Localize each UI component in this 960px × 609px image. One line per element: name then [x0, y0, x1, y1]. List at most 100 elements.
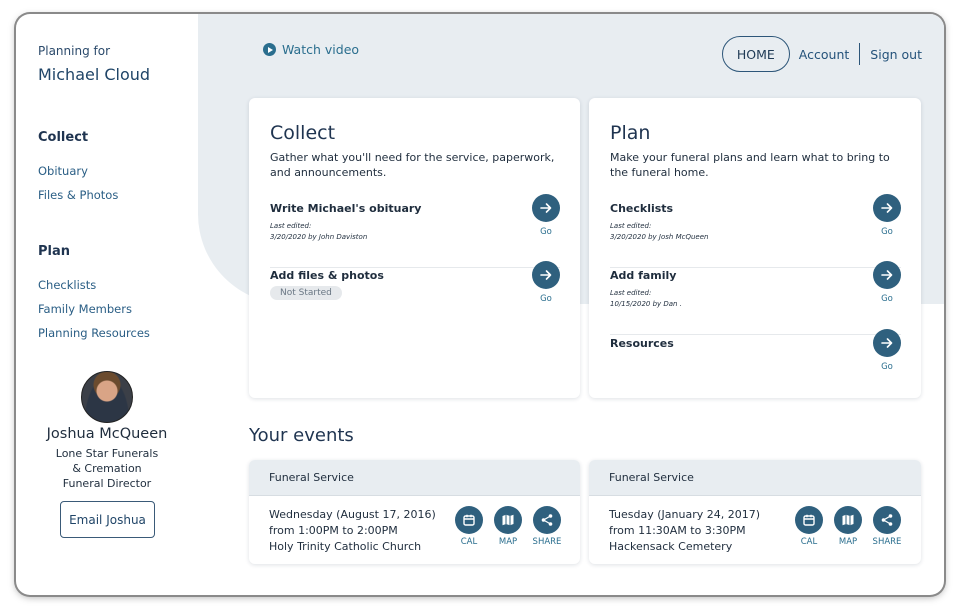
- calendar-icon: [463, 514, 475, 526]
- status-badge: Not Started: [270, 286, 342, 300]
- event-time: from 1:00PM to 2:00PM: [269, 524, 398, 537]
- event-details: Tuesday (January 24, 2017) from 11:30AM …: [609, 507, 760, 555]
- arrow-right-icon: [540, 270, 552, 280]
- nav-signout-link[interactable]: Sign out: [870, 47, 922, 62]
- event-type: Funeral Service: [589, 460, 921, 496]
- collect-row-files: Add files & photos Not Started Go: [270, 261, 560, 335]
- calendar-label: CAL: [800, 537, 818, 547]
- map-icon-circle: [494, 506, 522, 534]
- go-button[interactable]: [873, 261, 901, 289]
- collect-card-description: Gather what you'll need for the service,…: [270, 151, 555, 179]
- plan-row-checklists: Checklists Last edited: 3/20/2020 by Jos…: [610, 194, 901, 268]
- app-window: Planning for Michael Cloud Collect Obitu…: [16, 14, 944, 595]
- director-name: Joshua McQueen: [46, 426, 168, 442]
- last-edited-label: Last edited:: [610, 289, 652, 297]
- sidebar-item-family-members[interactable]: Family Members: [38, 302, 132, 316]
- row-title: Checklists: [610, 202, 674, 215]
- nav-divider: [859, 43, 861, 65]
- go-button[interactable]: [873, 194, 901, 222]
- event-body: Tuesday (January 24, 2017) from 11:30AM …: [589, 496, 921, 562]
- share-label: SHARE: [532, 537, 562, 547]
- last-edited-value: 10/15/2020 by Dan .: [610, 300, 682, 308]
- watch-video-link[interactable]: Watch video: [263, 42, 359, 57]
- planning-for-label: Planning for: [38, 44, 111, 58]
- map-icon-circle: [834, 506, 862, 534]
- collect-card-title: Collect: [270, 122, 336, 144]
- go-label: Go: [881, 227, 893, 237]
- last-edited-label: Last edited:: [610, 222, 652, 230]
- go-label: Go: [540, 294, 552, 304]
- arrow-right-icon: [881, 270, 893, 280]
- go-label: Go: [881, 294, 893, 304]
- collect-row-obituary: Write Michael's obituary Last edited: 3/…: [270, 194, 560, 268]
- arrow-right-icon: [881, 203, 893, 213]
- planner-name: Michael Cloud: [38, 65, 151, 84]
- event-date: Tuesday (January 24, 2017): [609, 508, 761, 521]
- row-title: Resources: [610, 337, 674, 350]
- sidebar-item-files-photos[interactable]: Files & Photos: [38, 188, 118, 202]
- event-card: Funeral Service Wednesday (August 17, 20…: [249, 460, 580, 564]
- watch-video-label: Watch video: [282, 42, 360, 57]
- sidebar-heading-plan[interactable]: Plan: [38, 244, 70, 259]
- map-icon: [842, 514, 854, 526]
- email-director-button[interactable]: Email Joshua: [60, 501, 155, 538]
- plan-card-description: Make your funeral plans and learn what t…: [610, 151, 890, 179]
- sidebar-item-checklists[interactable]: Checklists: [38, 278, 96, 292]
- row-title: Add files & photos: [270, 269, 384, 282]
- sidebar-item-planning-resources[interactable]: Planning Resources: [38, 326, 150, 340]
- row-title: Write Michael's obituary: [270, 202, 422, 215]
- share-button[interactable]: SHARE: [527, 506, 567, 547]
- go-button[interactable]: [532, 194, 560, 222]
- last-edited-label: Last edited:: [270, 222, 312, 230]
- share-icon-circle: [873, 506, 901, 534]
- director-avatar: [81, 371, 133, 423]
- map-button[interactable]: MAP: [828, 506, 868, 547]
- sidebar-item-obituary[interactable]: Obituary: [38, 164, 88, 178]
- map-label: MAP: [838, 537, 858, 547]
- nav-account-link[interactable]: Account: [799, 47, 849, 62]
- share-icon: [881, 514, 893, 526]
- map-icon: [502, 514, 514, 526]
- plan-row-resources: Resources Go: [610, 329, 901, 403]
- event-details: Wednesday (August 17, 2016) from 1:00PM …: [269, 507, 436, 555]
- sidebar-heading-collect[interactable]: Collect: [38, 130, 88, 145]
- go-button[interactable]: [873, 329, 901, 357]
- map-button[interactable]: MAP: [488, 506, 528, 547]
- arrow-right-icon: [881, 338, 893, 348]
- plan-row-family: Add family Last edited: 10/15/2020 by Da…: [610, 261, 901, 335]
- play-icon: [263, 43, 276, 56]
- calendar-icon: [803, 514, 815, 526]
- arrow-right-icon: [540, 203, 552, 213]
- go-label: Go: [540, 227, 552, 237]
- event-location: Holy Trinity Catholic Church: [269, 540, 422, 553]
- nav-home-button[interactable]: HOME: [721, 36, 790, 72]
- share-label: SHARE: [872, 537, 902, 547]
- sidebar: Planning for Michael Cloud Collect Obitu…: [16, 14, 198, 595]
- map-label: MAP: [498, 537, 518, 547]
- share-icon-circle: [533, 506, 561, 534]
- event-date: Wednesday (August 17, 2016): [269, 508, 436, 521]
- event-card: Funeral Service Tuesday (January 24, 201…: [589, 460, 921, 564]
- collect-card: Collect Gather what you'll need for the …: [249, 98, 580, 398]
- event-body: Wednesday (August 17, 2016) from 1:00PM …: [249, 496, 580, 562]
- calendar-label: CAL: [460, 537, 478, 547]
- go-button[interactable]: [532, 261, 560, 289]
- go-label: Go: [881, 362, 893, 372]
- last-edited-value: 3/20/2020 by John Daviston: [270, 233, 368, 241]
- plan-card: Plan Make your funeral plans and learn w…: [589, 98, 921, 398]
- row-last-edited: Last edited: 10/15/2020 by Dan .: [610, 288, 682, 310]
- top-nav: HOME Account Sign out: [721, 36, 922, 72]
- share-button[interactable]: SHARE: [867, 506, 907, 547]
- calendar-icon-circle: [455, 506, 483, 534]
- share-icon: [541, 514, 553, 526]
- calendar-button[interactable]: CAL: [449, 506, 489, 547]
- event-type: Funeral Service: [249, 460, 580, 496]
- calendar-button[interactable]: CAL: [789, 506, 829, 547]
- director-title: Funeral Director: [62, 477, 152, 490]
- calendar-icon-circle: [795, 506, 823, 534]
- director-company: Lone Star Funerals & Cremation: [55, 447, 159, 475]
- events-title: Your events: [249, 425, 354, 446]
- row-last-edited: Last edited: 3/20/2020 by John Daviston: [270, 221, 367, 243]
- plan-card-title: Plan: [610, 122, 651, 144]
- row-title: Add family: [610, 269, 677, 282]
